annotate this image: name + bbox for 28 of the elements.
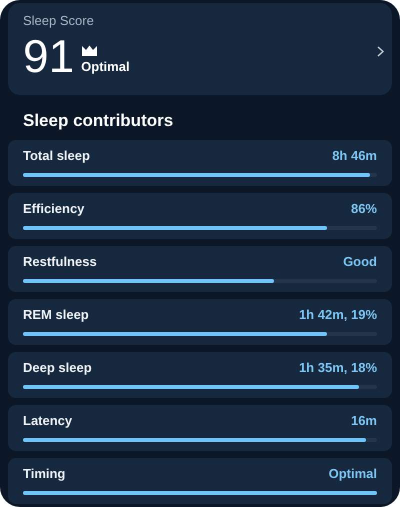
- contributor-label: Latency: [23, 413, 72, 429]
- contributor-label: Deep sleep: [23, 360, 92, 376]
- score-rating: Optimal: [81, 59, 130, 75]
- contributor-value: 8h 46m: [332, 148, 377, 164]
- contributor-card[interactable]: Efficiency 86%: [8, 193, 392, 239]
- contributor-value: Optimal: [328, 466, 377, 482]
- contributor-card[interactable]: Timing Optimal: [8, 458, 392, 504]
- contributor-label: Efficiency: [23, 201, 84, 217]
- contributor-label: REM sleep: [23, 307, 89, 323]
- contributor-card[interactable]: Restfulness Good: [8, 246, 392, 292]
- contributor-value: 1h 42m, 19%: [298, 307, 377, 323]
- score-card[interactable]: Sleep Score 91 Optimal: [8, 3, 392, 95]
- section-heading: Sleep contributors: [23, 111, 174, 131]
- contributor-card[interactable]: Total sleep 8h 46m: [8, 140, 392, 186]
- contributor-value: 86%: [350, 201, 377, 217]
- contributor-value: Good: [343, 254, 377, 270]
- contributor-label: Total sleep: [23, 148, 90, 164]
- chevron-right-icon: [377, 46, 384, 57]
- contributor-value: 16m: [350, 413, 377, 429]
- card-title: Sleep Score: [23, 13, 94, 29]
- score-value: 91: [23, 35, 74, 77]
- contributor-card[interactable]: Latency 16m: [8, 405, 392, 451]
- contributor-label: Timing: [23, 466, 66, 482]
- crown-icon: [81, 45, 98, 56]
- contributor-label: Restfulness: [23, 254, 97, 270]
- contributor-value: 1h 35m, 18%: [298, 360, 377, 376]
- contributor-card[interactable]: Deep sleep 1h 35m, 18%: [8, 352, 392, 398]
- contributor-card[interactable]: REM sleep 1h 42m, 19%: [8, 299, 392, 345]
